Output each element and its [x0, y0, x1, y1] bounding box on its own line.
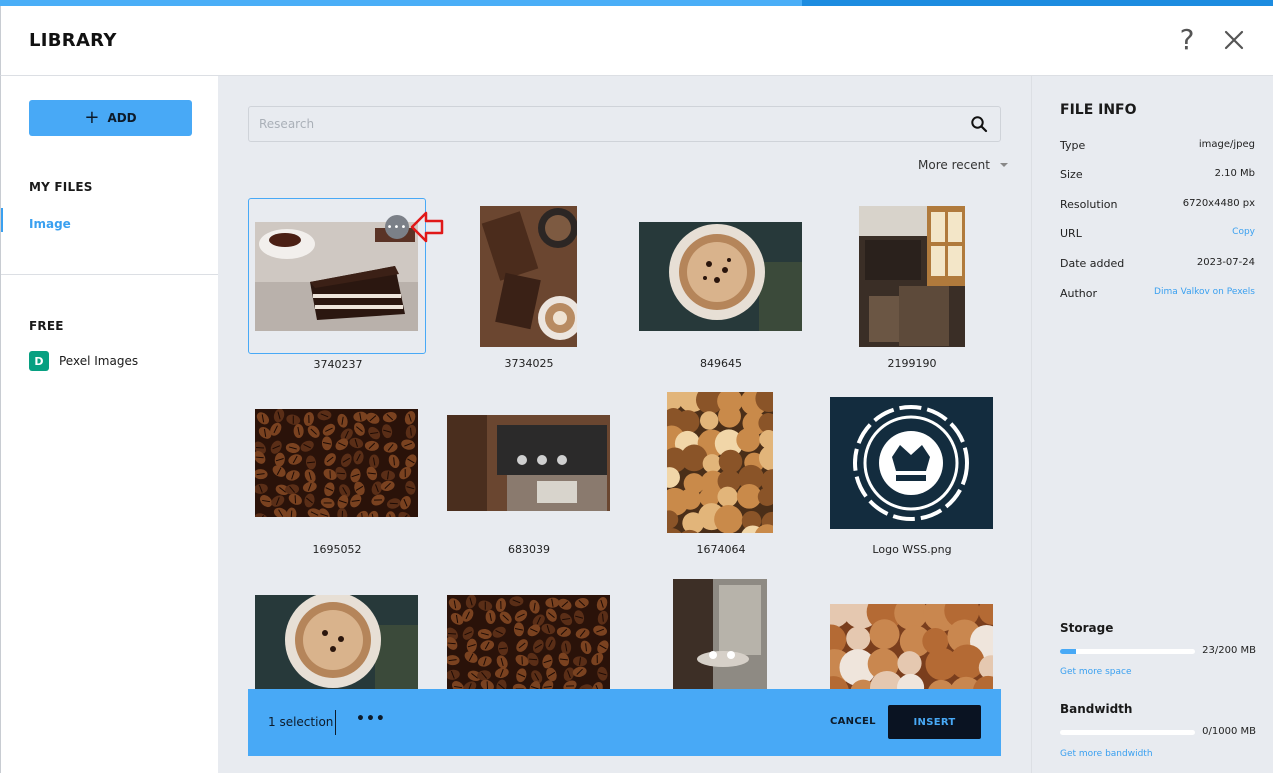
plus-icon: +	[84, 107, 100, 128]
media-tile[interactable]: Logo WSS.png	[823, 384, 1001, 556]
media-tile[interactable]: 849645	[632, 198, 810, 370]
info-key: Resolution	[1060, 198, 1118, 211]
info-key: Author	[1060, 287, 1098, 300]
get-more-bandwidth-link[interactable]: Get more bandwidth	[1060, 749, 1153, 759]
info-key: Size	[1060, 168, 1083, 181]
media-tile-caption: Logo WSS.png	[872, 543, 952, 556]
coffee-beans-photo	[255, 409, 418, 517]
cafe-interior-photo	[859, 206, 965, 347]
info-value: 6720x4480 px	[1182, 198, 1255, 209]
info-row-date-added: Date added 2023-07-24	[1060, 257, 1255, 270]
search-icon[interactable]	[970, 115, 988, 133]
media-tile-caption: 849645	[700, 357, 742, 370]
info-value: image/jpeg	[1198, 139, 1255, 150]
search-box	[248, 106, 1001, 142]
my-files-heading: MY FILES	[29, 180, 93, 194]
info-row-size: Size 2.10 Mb	[1060, 168, 1255, 181]
page-title: LIBRARY	[29, 30, 117, 51]
media-tile[interactable]: 2199190	[823, 198, 1001, 370]
coffee-bar-photo	[447, 415, 610, 511]
chevron-down-icon	[999, 163, 1008, 167]
tile-more-options-icon[interactable]: •••	[385, 215, 409, 239]
cancel-button[interactable]: CANCEL	[830, 716, 876, 727]
storage-usage-fill	[1060, 649, 1076, 654]
media-tile[interactable]: 1674064	[632, 384, 810, 556]
cafe-window-photo	[673, 579, 767, 699]
info-row-resolution: Resolution 6720x4480 px	[1060, 198, 1255, 211]
more-options-icon[interactable]: •••	[356, 711, 386, 727]
sidebar-item-label: Pexel Images	[59, 354, 139, 368]
sort-dropdown[interactable]: More recent	[918, 158, 1008, 172]
file-info-panel: FILE INFO Type image/jpeg Size 2.10 Mb R…	[1031, 76, 1273, 773]
storage-heading: Storage	[1060, 621, 1114, 635]
media-tile[interactable]: 3734025	[440, 198, 618, 370]
sort-label: More recent	[918, 158, 990, 172]
copy-url-link[interactable]: Copy	[1232, 227, 1255, 240]
storage-usage-bar	[1060, 649, 1195, 654]
sidebar-item-image[interactable]: Image	[29, 217, 71, 231]
selection-divider	[335, 710, 336, 735]
coffee-beans-photo	[447, 595, 610, 703]
info-key: URL	[1060, 227, 1082, 240]
add-button-label: ADD	[107, 111, 137, 125]
info-value: 2023-07-24	[1196, 257, 1255, 268]
selection-bar: 1 selection ••• CANCEL INSERT	[248, 689, 1001, 756]
free-heading: FREE	[29, 319, 64, 333]
active-indicator	[1, 208, 3, 232]
media-tile[interactable]: 3740237 •••	[248, 198, 444, 371]
info-row-url: URL Copy	[1060, 227, 1255, 240]
sidebar-item-pexel-images[interactable]: D Pexel Images	[29, 351, 138, 371]
bandwidth-usage-bar	[1060, 730, 1195, 735]
info-row-author: Author Dima Valkov on Pexels	[1060, 287, 1255, 300]
info-value: 2.10 Mb	[1214, 168, 1255, 179]
author-link[interactable]: Dima Valkov on Pexels	[1154, 287, 1255, 300]
add-button[interactable]: + ADD	[29, 100, 192, 136]
info-key: Type	[1060, 139, 1086, 152]
info-key: Date added	[1060, 257, 1125, 270]
info-row-type: Type image/jpeg	[1060, 139, 1255, 152]
library-header: LIBRARY ?	[0, 6, 1273, 76]
donuts-photo	[830, 604, 993, 694]
bandwidth-usage-value: 0/1000 MB	[1202, 726, 1256, 737]
media-tile-caption: 1695052	[312, 543, 362, 556]
media-tile-caption: 683039	[508, 543, 550, 556]
get-more-space-link[interactable]: Get more space	[1060, 667, 1131, 677]
cappuccino-photo	[255, 595, 418, 703]
bandwidth-heading: Bandwidth	[1060, 702, 1133, 716]
media-tile-caption: 3734025	[504, 357, 554, 370]
media-tile-caption: 1674064	[696, 543, 746, 556]
media-tile[interactable]: 1695052	[248, 384, 426, 556]
sidebar-divider	[1, 274, 219, 275]
cappuccino-photo	[639, 222, 802, 331]
storage-usage-value: 23/200 MB	[1202, 645, 1256, 656]
pastries-photo	[667, 392, 773, 533]
media-tile[interactable]: 683039	[440, 384, 618, 556]
media-tile-caption: 2199190	[887, 357, 937, 370]
media-tile-caption: 3740237	[313, 358, 363, 371]
sidebar: + ADD MY FILES Image FREE D Pexel Images	[0, 76, 219, 773]
help-icon[interactable]: ?	[1173, 22, 1201, 58]
file-info-heading: FILE INFO	[1060, 102, 1137, 118]
crown-logo-image	[830, 397, 993, 529]
media-gallery: More recent 3740237 •••	[218, 76, 1031, 773]
coffee-brownies-photo	[480, 206, 577, 347]
search-input[interactable]	[249, 107, 949, 141]
close-icon[interactable]	[1220, 22, 1248, 58]
pexels-logo-icon: D	[29, 351, 49, 371]
selection-count: 1 selection	[268, 715, 334, 729]
insert-button[interactable]: INSERT	[888, 705, 981, 739]
